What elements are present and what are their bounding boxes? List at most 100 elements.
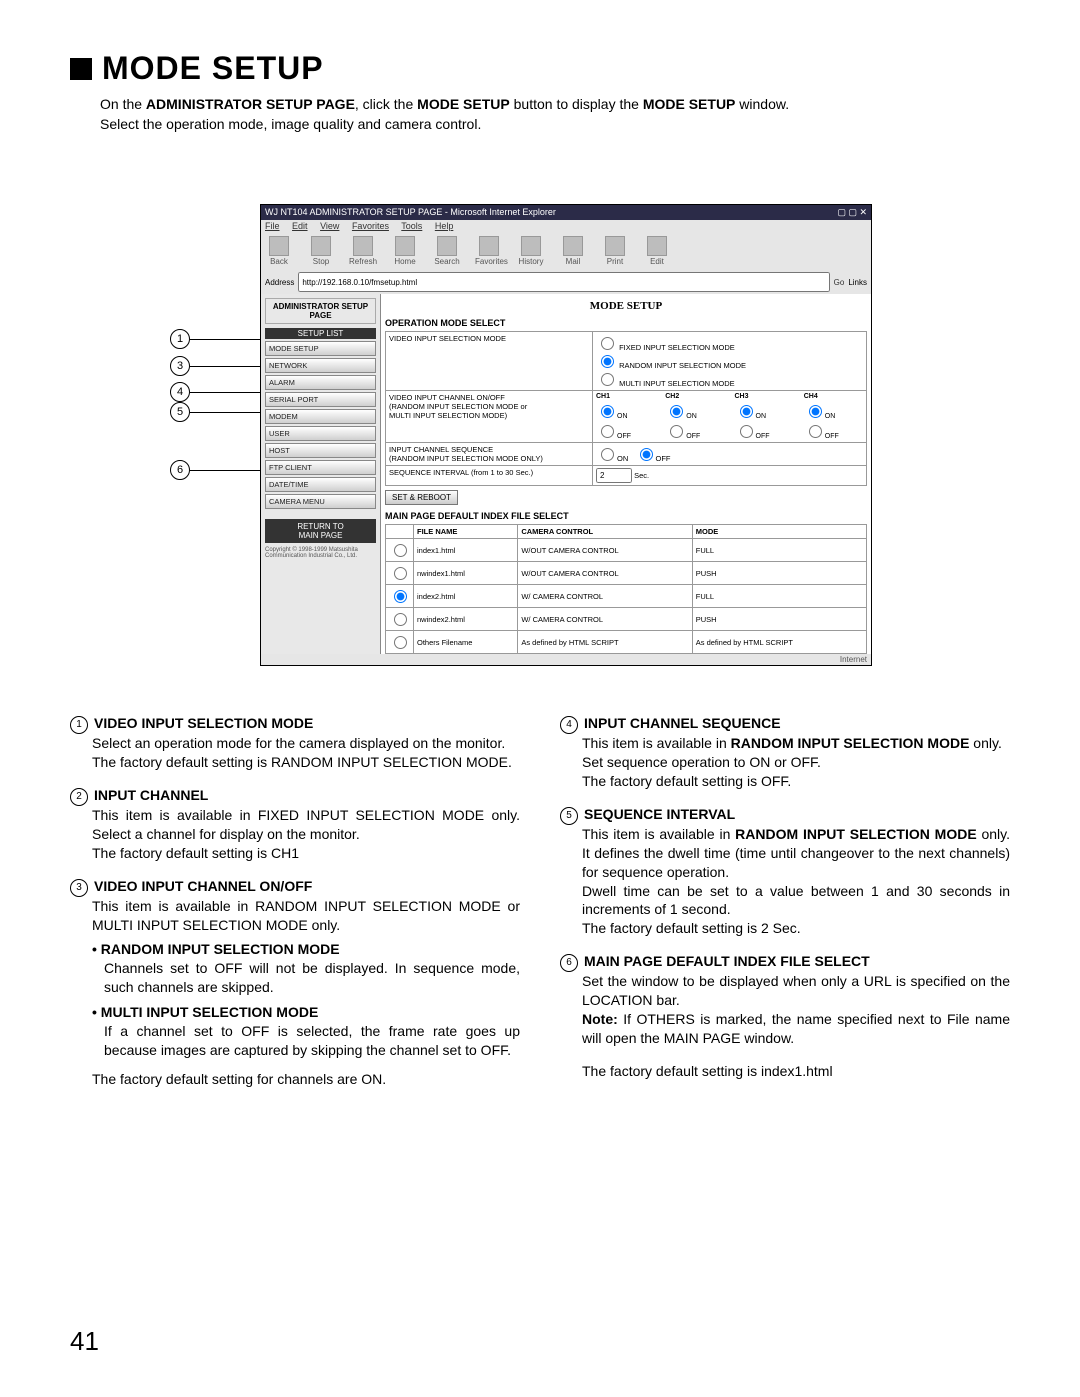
callout-3: 3	[170, 356, 190, 376]
seq-off[interactable]: OFF	[635, 454, 671, 463]
files-header-filename: FILE NAME	[414, 525, 518, 539]
file-radio[interactable]	[394, 613, 407, 626]
favorites-icon	[479, 236, 499, 256]
desc-title-2: INPUT CHANNEL	[94, 786, 208, 805]
ch4-off[interactable]: OFF	[804, 422, 863, 440]
sidebar-item-ftp-client[interactable]: FTP CLIENT	[265, 460, 376, 475]
desc-title-5: SEQUENCE INTERVAL	[584, 805, 735, 824]
sidebar: ADMINISTRATOR SETUP PAGE SETUP LIST MODE…	[261, 294, 381, 654]
file-radio[interactable]	[394, 544, 407, 557]
toolbar-favorites[interactable]: Favorites	[475, 236, 503, 266]
toolbar-mail[interactable]: Mail	[559, 236, 587, 266]
intro-text: window.	[735, 96, 789, 112]
ch1-header: CH1	[596, 393, 655, 400]
radio-fixed-mode[interactable]: FIXED INPUT SELECTION MODE	[596, 334, 863, 352]
menu-tools[interactable]: Tools	[401, 221, 422, 231]
intro-text: On the	[100, 96, 146, 112]
files-header-mode: MODE	[692, 525, 866, 539]
radio-multi-mode[interactable]: MULTI INPUT SELECTION MODE	[596, 370, 863, 388]
ch1-off[interactable]: OFF	[596, 422, 655, 440]
toolbar-refresh[interactable]: Refresh	[349, 236, 377, 266]
toolbar-print[interactable]: Print	[601, 236, 629, 266]
file-radio[interactable]	[394, 590, 407, 603]
toolbar-search[interactable]: Search	[433, 236, 461, 266]
mail-icon	[563, 236, 583, 256]
desc-body: Select an operation mode for the camera …	[92, 734, 520, 753]
desc-body: This item is available in FIXED INPUT SE…	[92, 806, 520, 844]
toolbar-edit[interactable]: Edit	[643, 236, 671, 266]
menu-view[interactable]: View	[320, 221, 339, 231]
ch3-on[interactable]: ON	[735, 402, 794, 420]
desc-sub-body: Channels set to OFF will not be displaye…	[104, 959, 520, 997]
desc-body: This item is available in RANDOM INPUT S…	[92, 897, 520, 935]
sidebar-item-user[interactable]: USER	[265, 426, 376, 441]
desc-title-3: VIDEO INPUT CHANNEL ON/OFF	[94, 877, 312, 896]
window-controls[interactable]: ▢ ▢ ✕	[837, 207, 867, 218]
desc-sub-title: RANDOM INPUT SELECTION MODE	[92, 940, 520, 959]
ch3-header: CH3	[735, 393, 794, 400]
sidebar-item-network[interactable]: NETWORK	[265, 358, 376, 373]
ch3-off[interactable]: OFF	[735, 422, 794, 440]
links-label[interactable]: Links	[848, 278, 867, 287]
browser-window: WJ NT104 ADMINISTRATOR SETUP PAGE - Micr…	[260, 204, 872, 666]
sidebar-item-serial-port[interactable]: SERIAL PORT	[265, 392, 376, 407]
sidebar-copyright: Copyright © 1998-1999 Matsushita Communi…	[265, 547, 376, 559]
ch4-on[interactable]: ON	[804, 402, 863, 420]
callout-6: 6	[170, 460, 190, 480]
desc-num-2: 2	[70, 788, 88, 806]
desc-sub-title: MULTI INPUT SELECTION MODE	[92, 1003, 520, 1022]
toolbar-history[interactable]: History	[517, 236, 545, 266]
files-header-camera-control: CAMERA CONTROL	[518, 525, 692, 539]
status-bar: Internet	[261, 654, 871, 665]
desc-body: The factory default setting is OFF.	[582, 772, 1010, 791]
seq-on[interactable]: ON	[596, 454, 628, 463]
toolbar-stop[interactable]: Stop	[307, 236, 335, 266]
address-input[interactable]	[298, 272, 829, 292]
row-interval-label: SEQUENCE INTERVAL (from 1 to 30 Sec.)	[386, 466, 593, 486]
menu-favorites[interactable]: Favorites	[352, 221, 389, 231]
menu-file[interactable]: File	[265, 221, 280, 231]
sidebar-item-mode-setup[interactable]: MODE SETUP	[265, 341, 376, 356]
desc-num-6: 6	[560, 954, 578, 972]
go-button[interactable]: Go	[834, 278, 845, 287]
sidebar-item-alarm[interactable]: ALARM	[265, 375, 376, 390]
sidebar-item-modem[interactable]: MODEM	[265, 409, 376, 424]
content-pane: MODE SETUP OPERATION MODE SELECT VIDEO I…	[381, 294, 871, 654]
ch1-on[interactable]: ON	[596, 402, 655, 420]
intro-text: Select the operation mode, image quality…	[100, 116, 481, 132]
interval-input[interactable]	[596, 468, 632, 483]
return-main-page[interactable]: RETURN TOMAIN PAGE	[265, 519, 376, 543]
desc-title-6: MAIN PAGE DEFAULT INDEX FILE SELECT	[584, 952, 870, 971]
radio-random-mode[interactable]: RANDOM INPUT SELECTION MODE	[596, 352, 863, 370]
file-row: nwindex2.html W/ CAMERA CONTROL PUSH	[386, 608, 867, 631]
desc-body: The factory default setting is 2 Sec.	[582, 919, 1010, 938]
screenshot-area: 1 3 4 5 6 WJ NT104 ADMINISTRATOR SETUP P…	[70, 164, 1010, 684]
menu-edit[interactable]: Edit	[292, 221, 308, 231]
desc-body: Set sequence operation to ON or OFF.	[582, 753, 1010, 772]
set-reboot-button[interactable]: SET & REBOOT	[385, 490, 458, 505]
intro-bold: MODE SETUP	[417, 96, 510, 112]
file-radio[interactable]	[394, 636, 407, 649]
callout-1: 1	[170, 329, 190, 349]
ch2-off[interactable]: OFF	[665, 422, 724, 440]
heading-text: MODE SETUP	[102, 50, 324, 87]
desc-title-1: VIDEO INPUT SELECTION MODE	[94, 714, 313, 733]
menu-help[interactable]: Help	[435, 221, 454, 231]
file-radio[interactable]	[394, 567, 407, 580]
file-row: index2.html W/ CAMERA CONTROL FULL	[386, 585, 867, 608]
sidebar-item-camera-menu[interactable]: CAMERA MENU	[265, 494, 376, 509]
desc-num-4: 4	[560, 716, 578, 734]
home-icon	[395, 236, 415, 256]
sidebar-item-date-time[interactable]: DATE/TIME	[265, 477, 376, 492]
sidebar-item-host[interactable]: HOST	[265, 443, 376, 458]
ch4-header: CH4	[804, 393, 863, 400]
search-icon	[437, 236, 457, 256]
ch2-on[interactable]: ON	[665, 402, 724, 420]
sidebar-list-header: SETUP LIST	[265, 328, 376, 339]
section-heading: MODE SETUP	[70, 50, 1010, 87]
toolbar-home[interactable]: Home	[391, 236, 419, 266]
note-label: Note:	[582, 1011, 618, 1027]
print-icon	[605, 236, 625, 256]
toolbar-back[interactable]: Back	[265, 236, 293, 266]
window-title: WJ NT104 ADMINISTRATOR SETUP PAGE - Micr…	[265, 207, 556, 218]
